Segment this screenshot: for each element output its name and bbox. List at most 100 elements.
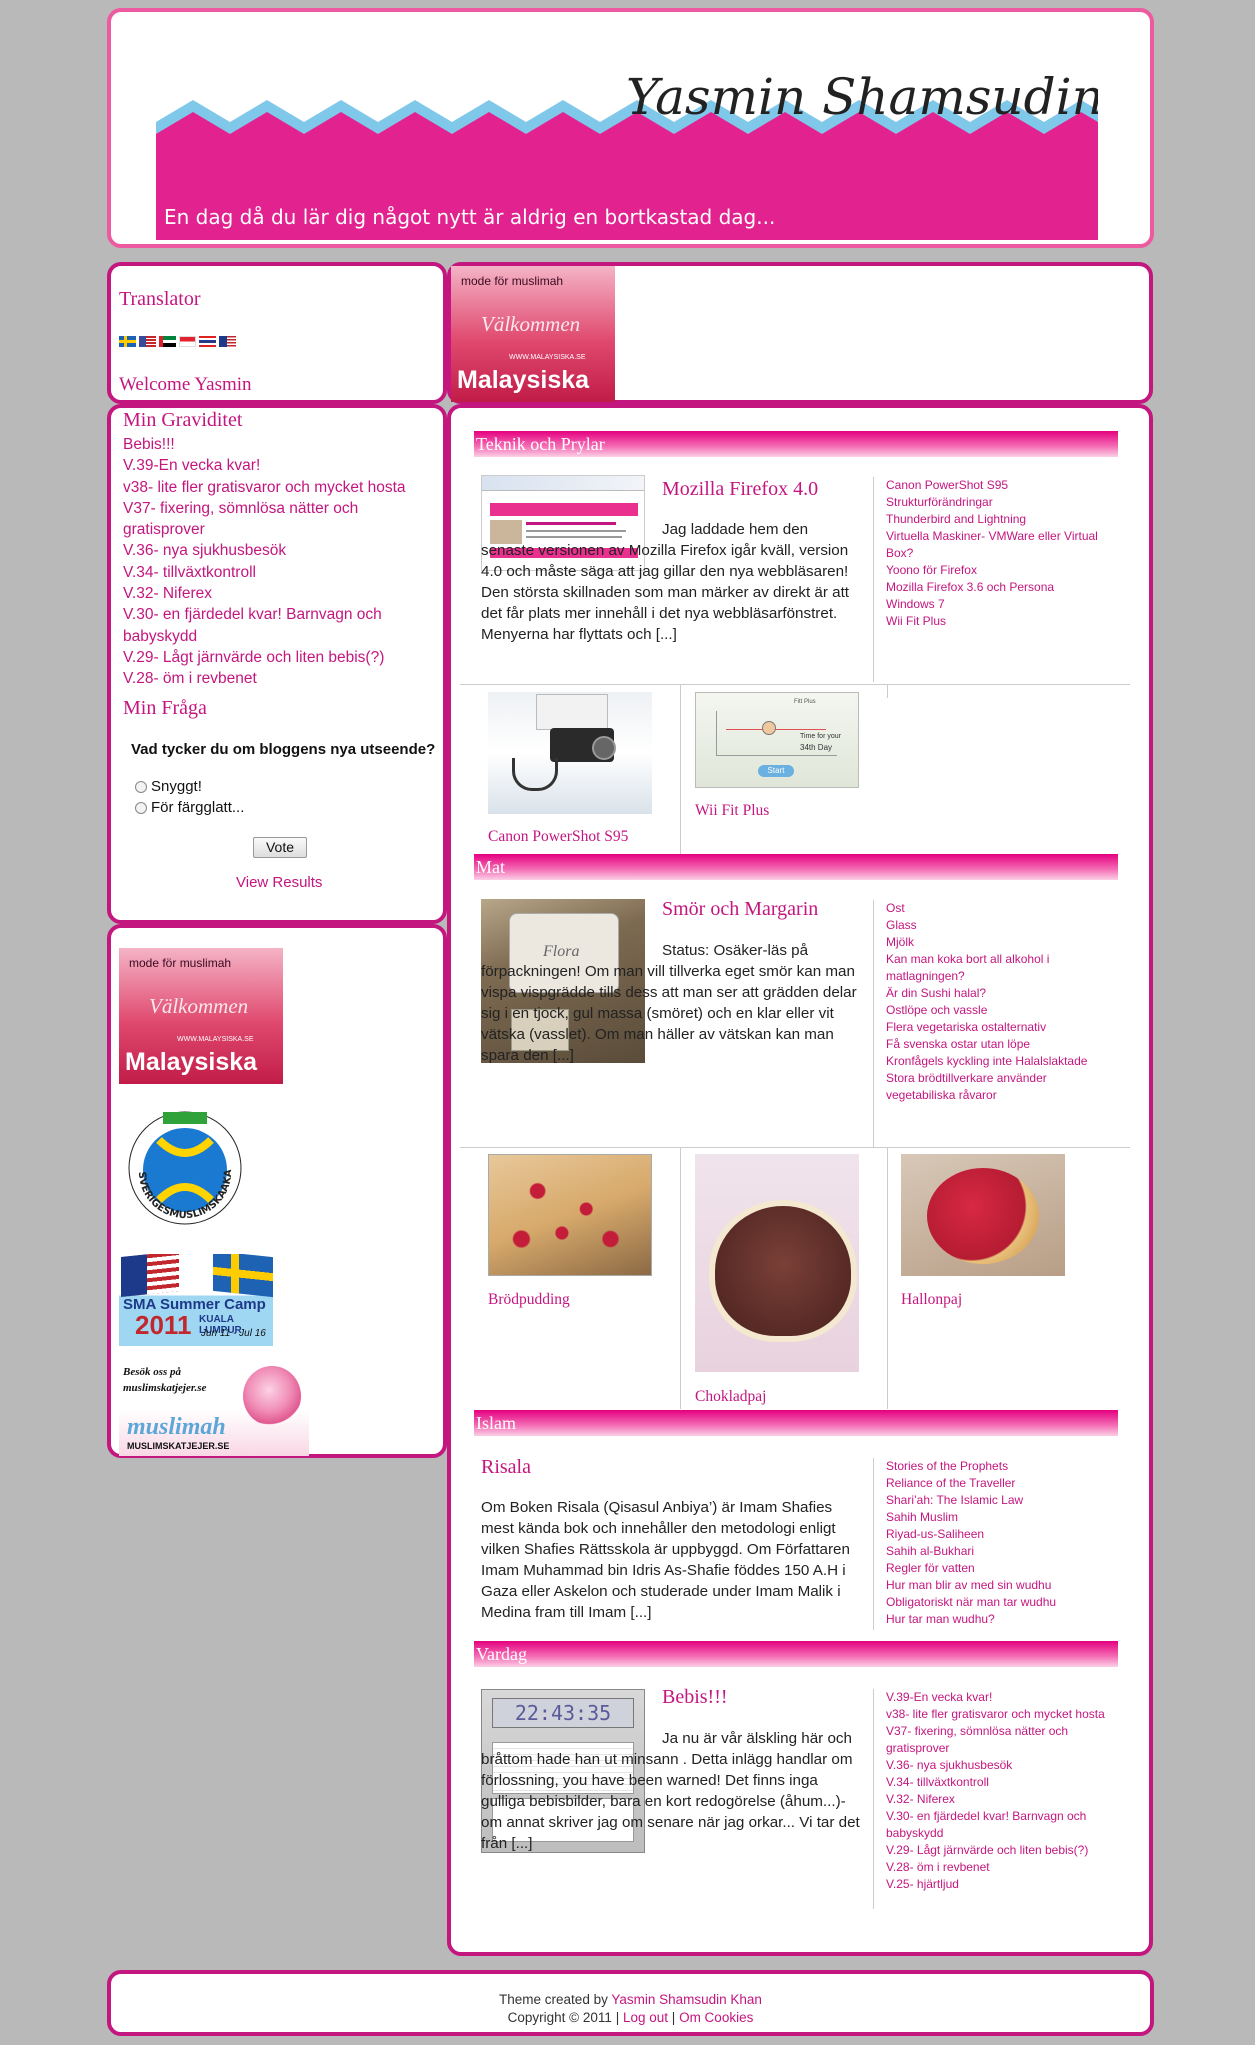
pregnancy-item[interactable]: V.34- tillväxtkontroll — [123, 562, 433, 583]
related-link[interactable]: Kan man koka bort all alkohol i matlagni… — [886, 951, 1118, 985]
vote-button[interactable]: Vote — [253, 837, 307, 858]
related-link[interactable]: Sahih al-Bukhari — [886, 1543, 1118, 1560]
wii-mii — [762, 721, 776, 735]
related-link[interactable]: Hur man blir av med sin wudhu — [886, 1577, 1118, 1594]
pregnancy-heading: Min Graviditet — [123, 409, 243, 431]
related-link[interactable]: V.36- nya sjukhusbesök — [886, 1757, 1118, 1774]
flag-row — [119, 336, 236, 347]
related-link[interactable]: Thunderbird and Lightning — [886, 511, 1118, 528]
flag-thailand-icon[interactable] — [199, 336, 216, 347]
logout-link[interactable]: Log out — [623, 2010, 668, 2025]
post-title[interactable]: Bebis!!! — [662, 1686, 728, 1709]
radio-icon[interactable] — [135, 781, 147, 794]
flag-indonesia-icon[interactable] — [179, 336, 196, 347]
thumbnail-caption[interactable]: Wii Fit Plus — [695, 802, 769, 820]
related-link[interactable]: Är din Sushi halal? — [886, 985, 1118, 1002]
post-excerpt: Om Boken Risala (Qisasul Anbiya’) är Ima… — [481, 1499, 850, 1621]
divider — [887, 684, 888, 698]
brodpudding-thumbnail[interactable] — [488, 1154, 652, 1276]
section-heading-teknik: Teknik och Prylar — [474, 431, 1118, 457]
related-link[interactable]: Canon PowerShot S95 — [886, 477, 1118, 494]
pregnancy-item[interactable]: V.39-En vecka kvar! — [123, 455, 433, 476]
pregnancy-item[interactable]: V.30- en fjärdedel kvar! Barnvagn och ba… — [123, 604, 433, 647]
related-link[interactable]: Mozilla Firefox 3.6 och Persona — [886, 579, 1118, 596]
browser-toolbar — [482, 476, 644, 491]
pregnancy-item[interactable]: V.28- öm i revbenet — [123, 668, 433, 689]
radio-icon[interactable] — [135, 802, 147, 815]
post-title[interactable]: Risala — [481, 1456, 531, 1479]
pregnancy-item[interactable]: V.36- nya sjukhusbesök — [123, 540, 433, 561]
katjejer-ad[interactable]: Besök oss på muslimskatjejer.se muslimah… — [119, 1364, 309, 1456]
flag-uae-icon[interactable] — [159, 336, 176, 347]
related-link[interactable]: V.32- Niferex — [886, 1791, 1118, 1808]
related-link[interactable]: Yoono för Firefox — [886, 562, 1118, 579]
pregnancy-item[interactable]: V37- fixering, sömnlösa nätter och grati… — [123, 498, 433, 541]
related-link[interactable]: Virtuella Maskiner- VMWare eller Virtual… — [886, 528, 1118, 562]
post-title[interactable]: Smör och Margarin — [662, 898, 818, 921]
thumbnail-caption[interactable]: Brödpudding — [488, 1291, 570, 1309]
thumbnail-caption[interactable]: Canon PowerShot S95 — [488, 828, 628, 846]
related-link[interactable]: Stories of the Prophets — [886, 1458, 1118, 1475]
related-link[interactable]: V37- fixering, sömnlösa nätter och grati… — [886, 1723, 1118, 1757]
divider — [887, 1147, 888, 1409]
post-excerpt: Jag laddade hem den senaste versionen av… — [481, 521, 850, 643]
flag-malaysia-icon — [121, 1254, 179, 1298]
translator-widget: Translator Welcome Yasmin — [107, 262, 447, 404]
related-link[interactable]: Regler för vatten — [886, 1560, 1118, 1577]
browser-banner — [490, 494, 638, 516]
related-link[interactable]: Mjölk — [886, 934, 1118, 951]
pregnancy-item[interactable]: v38- lite fler gratisvaror och mycket ho… — [123, 477, 433, 498]
pregnancy-item[interactable]: Bebis!!! — [123, 434, 433, 455]
related-link[interactable]: V.30- en fjärdedel kvar! Barnvagn och ba… — [886, 1808, 1118, 1842]
related-link[interactable]: Shari’ah: The Islamic Law — [886, 1492, 1118, 1509]
related-link[interactable]: v38- lite fler gratisvaror och mycket ho… — [886, 1706, 1118, 1723]
related-link[interactable]: V.34- tillväxtkontroll — [886, 1774, 1118, 1791]
malaysiska-ad[interactable]: mode för muslimah Välkommen WWW.MALAYSIS… — [451, 266, 615, 402]
divider — [873, 1458, 874, 1630]
related-link[interactable]: Obligatoriskt när man tar wudhu — [886, 1594, 1118, 1611]
wii-thumbnail[interactable]: Fitt Plus Time for your 34th Day Start — [695, 692, 859, 788]
ad-brand: Malaysiska — [125, 1048, 258, 1076]
pregnancy-item[interactable]: V.32- Niferex — [123, 583, 433, 604]
sma-logo[interactable]: SVERIGESMUSLIMSKAAKADEMIKER — [119, 1100, 259, 1232]
related-link[interactable]: Flera vegetariska ostalternativ — [886, 1019, 1118, 1036]
post-title[interactable]: Mozilla Firefox 4.0 — [662, 478, 818, 501]
related-link[interactable]: Hur tar man wudhu? — [886, 1611, 1118, 1628]
rose-icon — [243, 1366, 301, 1426]
related-link[interactable]: Sahih Muslim — [886, 1509, 1118, 1526]
summer-camp-ad[interactable]: SMA Summer Camp 2011 KUALA LUMPUR Jun 11… — [119, 1254, 273, 1346]
related-link[interactable]: Wii Fit Plus — [886, 613, 1118, 630]
flag-sweden-icon[interactable] — [119, 336, 136, 347]
related-link[interactable]: Kronfågels kyckling inte Halalslaktade — [886, 1053, 1118, 1070]
related-link[interactable]: V.25- hjärtljud — [886, 1876, 1118, 1893]
cookies-link[interactable]: Om Cookies — [679, 2010, 753, 2025]
canon-thumbnail[interactable] — [488, 692, 652, 814]
view-results-link[interactable]: View Results — [236, 874, 322, 891]
flag-sweden-icon — [213, 1254, 273, 1298]
related-link[interactable]: Riyad-us-Saliheen — [886, 1526, 1118, 1543]
flag-malaysia-icon[interactable] — [219, 336, 236, 347]
related-link[interactable]: Windows 7 — [886, 596, 1118, 613]
related-link[interactable]: Få svenska ostar utan löpe — [886, 1036, 1118, 1053]
related-link[interactable]: V.39-En vecka kvar! — [886, 1689, 1118, 1706]
related-link[interactable]: Ost — [886, 900, 1118, 917]
related-link[interactable]: V.29- Lågt järnvärde och liten bebis(?) — [886, 1842, 1118, 1859]
poll-option[interactable]: Snyggt! — [135, 778, 202, 795]
related-link[interactable]: Stora brödtillverkare använder vegetabil… — [886, 1070, 1118, 1104]
poll-option[interactable]: För färgglatt... — [135, 799, 244, 816]
camp-dates: Jun 11 - Jul 16 — [201, 1328, 266, 1339]
flag-usa-icon[interactable] — [139, 336, 156, 347]
related-link[interactable]: V.28- öm i revbenet — [886, 1859, 1118, 1876]
pregnancy-item[interactable]: V.29- Lågt järnvärde och liten bebis(?) — [123, 647, 433, 668]
related-link[interactable]: Reliance of the Traveller — [886, 1475, 1118, 1492]
hallonpaj-thumbnail[interactable] — [901, 1154, 1065, 1276]
thumbnail-caption[interactable]: Chokladpaj — [695, 1388, 766, 1406]
thumbnail-caption[interactable]: Hallonpaj — [901, 1291, 962, 1309]
divider — [680, 1147, 681, 1409]
sidebar-malaysiska-ad[interactable]: mode för muslimah Välkommen WWW.MALAYSIS… — [119, 948, 283, 1084]
footer-author-link[interactable]: Yasmin Shamsudin Khan — [611, 1992, 762, 2007]
related-link[interactable]: Ostlöpe och vassle — [886, 1002, 1118, 1019]
chokladpaj-thumbnail[interactable] — [695, 1154, 859, 1372]
related-link[interactable]: Glass — [886, 917, 1118, 934]
related-link[interactable]: Strukturförändringar — [886, 494, 1118, 511]
